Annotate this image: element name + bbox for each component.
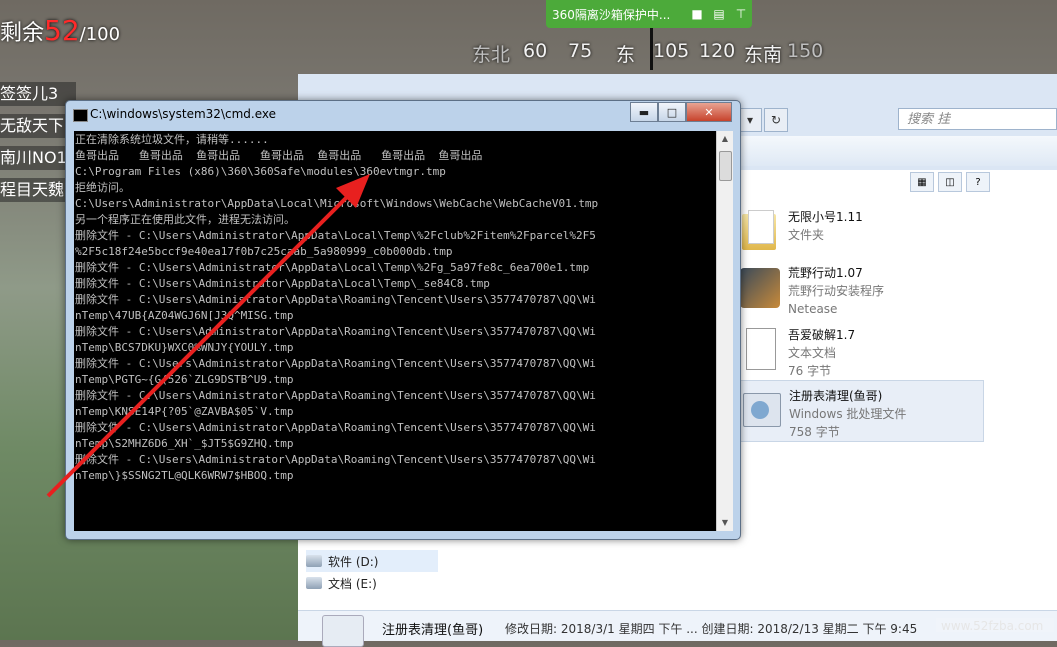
arrow-shaft bbox=[46, 182, 362, 498]
annotation-arrow bbox=[46, 174, 370, 498]
